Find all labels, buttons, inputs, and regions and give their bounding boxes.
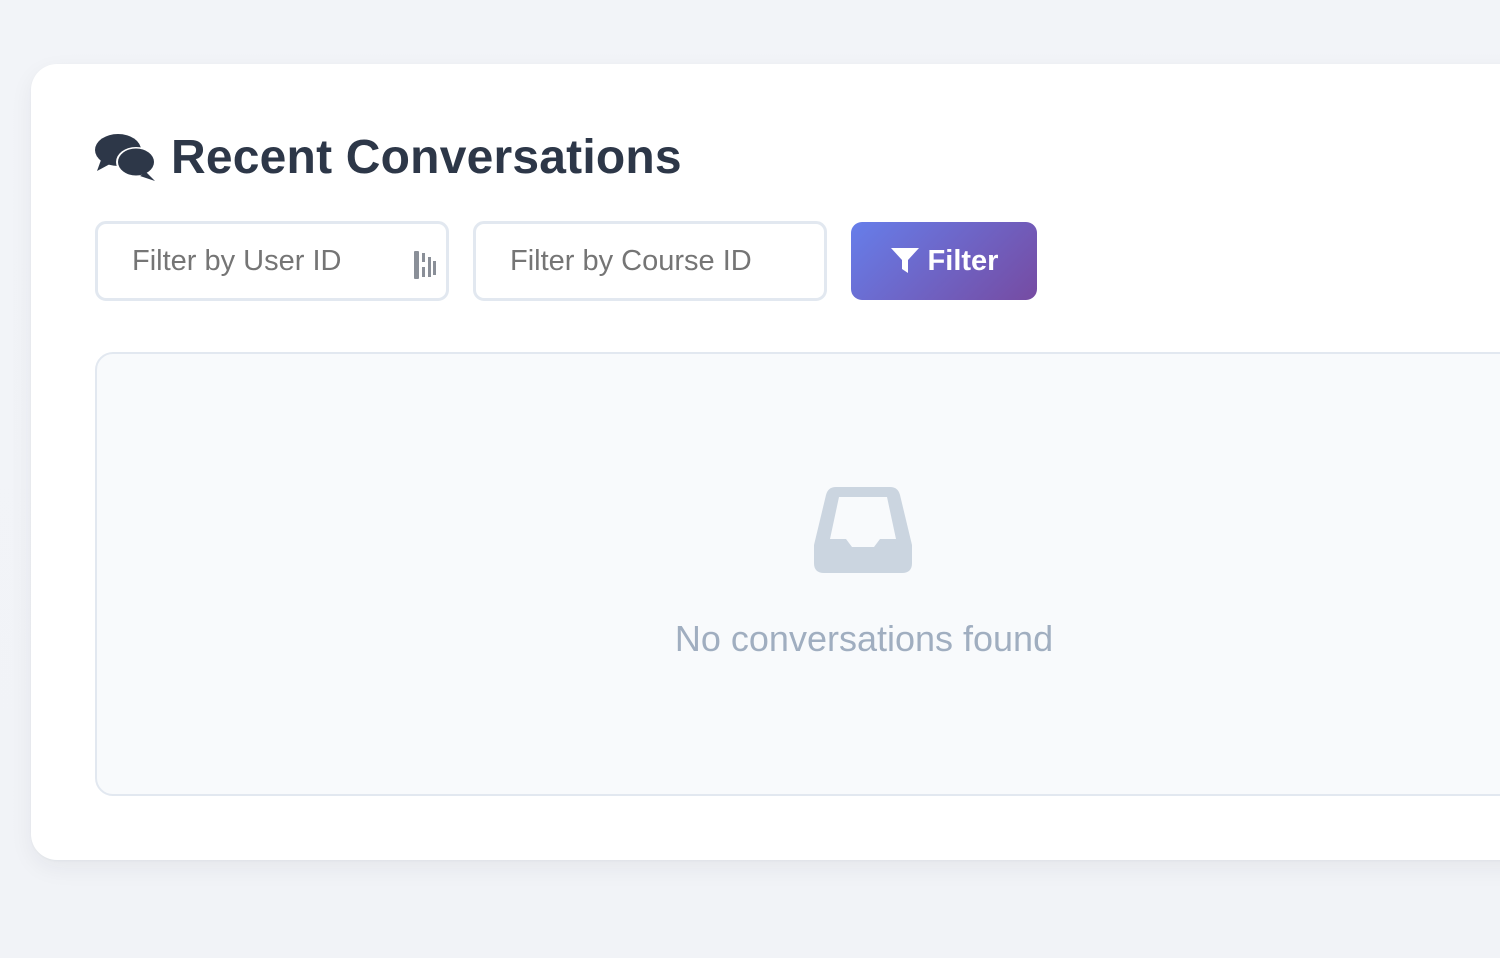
filter-button-label: Filter bbox=[927, 244, 999, 277]
password-manager-icon[interactable] bbox=[414, 251, 436, 279]
filter-bar: Filter bbox=[95, 218, 1037, 304]
page-header: Recent Conversations bbox=[95, 128, 682, 188]
comments-icon bbox=[95, 134, 156, 181]
course-id-field bbox=[473, 221, 827, 301]
user-id-field bbox=[95, 221, 449, 301]
conversations-list: No conversations found bbox=[95, 352, 1500, 796]
conversations-card: Recent Conversations Filter by User ID F… bbox=[31, 64, 1500, 860]
page: Recent Conversations Filter by User ID F… bbox=[0, 0, 1500, 958]
user-id-input[interactable] bbox=[98, 224, 446, 298]
course-id-input[interactable] bbox=[476, 224, 824, 298]
empty-state-message: No conversations found bbox=[674, 618, 1054, 659]
inbox-icon bbox=[814, 487, 912, 573]
filter-icon bbox=[890, 248, 919, 273]
filter-button[interactable]: Filter bbox=[851, 222, 1037, 300]
page-title: Recent Conversations bbox=[171, 131, 682, 184]
